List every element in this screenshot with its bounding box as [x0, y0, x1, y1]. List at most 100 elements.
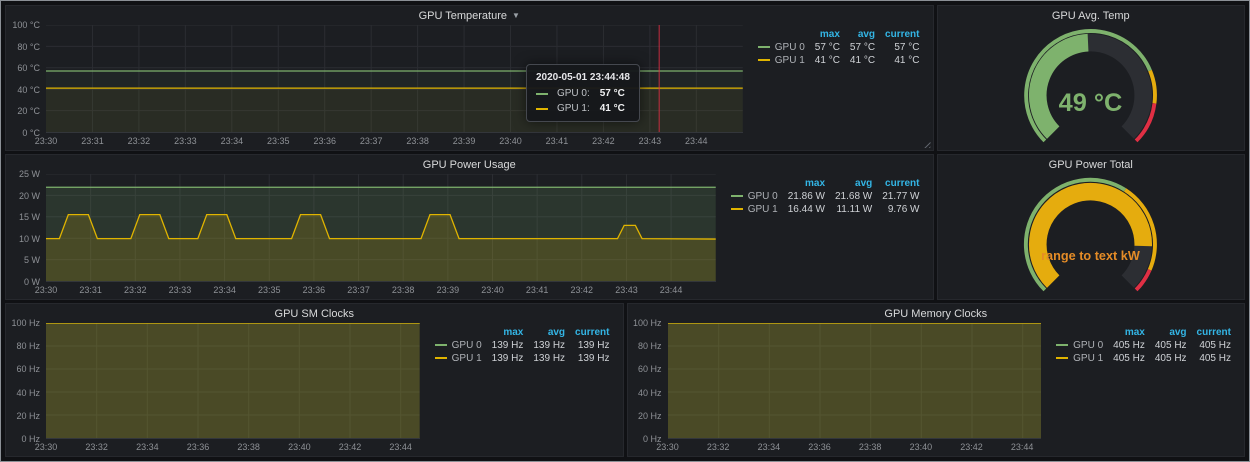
legend-row: GPU 116.44 W11.11 W9.76 W — [726, 203, 925, 216]
legend-stat-current: 405 Hz — [1192, 352, 1236, 365]
x-tick-label: 23:32 — [124, 285, 147, 295]
legend-table: maxavgcurrentGPU 0405 Hz405 Hz405 HzGPU … — [1051, 326, 1236, 365]
tooltip-series-value: 57 °C — [600, 86, 625, 101]
series-swatch — [758, 59, 770, 61]
legend-stat-avg: 57 °C — [845, 41, 880, 54]
x-tick-label: 23:32 — [707, 442, 730, 452]
y-axis-labels: 0 Hz20 Hz40 Hz60 Hz80 Hz100 Hz — [8, 323, 46, 439]
x-tick-label: 23:34 — [136, 442, 159, 452]
panel-title-gpu-power-usage[interactable]: GPU Power Usage — [6, 155, 933, 174]
legend-header-max[interactable]: max — [810, 28, 845, 41]
gauge-value: range to text kW — [1041, 249, 1140, 263]
legend-header-avg[interactable]: avg — [845, 28, 880, 41]
gauge-gpu-power-total: range to text kW — [938, 174, 1245, 299]
x-axis-labels: 23:3023:3223:3423:3623:3823:4023:4223:44 — [46, 439, 420, 454]
legend-series-name[interactable]: GPU 1 — [726, 203, 783, 216]
legend-stat-current: 9.76 W — [877, 203, 924, 216]
panel-title-gpu-sm-clocks[interactable]: GPU SM Clocks — [6, 304, 623, 323]
legend-header-avg[interactable]: avg — [830, 177, 877, 190]
x-tick-label: 23:38 — [237, 442, 260, 452]
memory-clocks-plot[interactable] — [668, 323, 1042, 439]
gauge-svg: range to text kW — [944, 174, 1237, 299]
x-axis-labels: 23:3023:3223:3423:3623:3823:4023:4223:44 — [668, 439, 1042, 454]
panel-title-gpu-temperature[interactable]: GPU Temperature ▼ — [6, 6, 933, 25]
x-tick-label: 23:32 — [128, 136, 151, 146]
y-tick-label: 80 Hz — [638, 341, 662, 351]
x-tick-label: 23:33 — [174, 136, 197, 146]
legend-series-name[interactable]: GPU 0 — [726, 190, 783, 203]
legend-row: GPU 141 °C41 °C41 °C — [753, 54, 925, 67]
y-tick-label: 10 W — [19, 234, 40, 244]
chart-svg — [668, 323, 1042, 438]
legend-stat-current: 41 °C — [880, 54, 924, 67]
legend-series-name[interactable]: GPU 1 — [1051, 352, 1108, 365]
x-tick-label: 23:39 — [453, 136, 476, 146]
legend-table: maxavgcurrentGPU 057 °C57 °C57 °CGPU 141… — [753, 28, 925, 67]
legend-stat-max: 405 Hz — [1108, 352, 1150, 365]
legend-header-current[interactable]: current — [880, 28, 924, 41]
gauge-svg: 49 °C — [944, 25, 1237, 150]
panel-title-gpu-power-total[interactable]: GPU Power Total — [938, 155, 1245, 174]
x-tick-label: 23:40 — [288, 442, 311, 452]
legend-series-name[interactable]: GPU 0 — [753, 41, 810, 54]
x-tick-label: 23:42 — [339, 442, 362, 452]
panel-body: 0 °C20 °C40 °C60 °C80 °C100 °C 23:3023:3… — [6, 25, 933, 150]
legend-stat-avg: 41 °C — [845, 54, 880, 67]
legend-header-current[interactable]: current — [877, 177, 924, 190]
legend-stat-max: 139 Hz — [487, 352, 529, 365]
legend-header-avg[interactable]: avg — [1150, 326, 1192, 339]
legend-row: GPU 0405 Hz405 Hz405 Hz — [1051, 339, 1236, 352]
x-tick-label: 23:36 — [303, 285, 326, 295]
y-tick-label: 60 Hz — [638, 364, 662, 374]
legend-stat-max: 41 °C — [810, 54, 845, 67]
y-tick-label: 80 Hz — [16, 341, 40, 351]
x-tick-label: 23:30 — [656, 442, 679, 452]
series-swatch — [758, 46, 770, 48]
series-swatch — [1056, 344, 1068, 346]
legend-stat-avg: 21.68 W — [830, 190, 877, 203]
x-tick-label: 23:36 — [187, 442, 210, 452]
power-usage-plot[interactable] — [46, 174, 716, 282]
x-tick-label: 23:34 — [758, 442, 781, 452]
sm-clocks-plot[interactable] — [46, 323, 420, 439]
legend-header-spacer — [1051, 326, 1108, 339]
panel-title-text: GPU Avg. Temp — [1052, 10, 1130, 22]
panel-title-gpu-memory-clocks[interactable]: GPU Memory Clocks — [628, 304, 1245, 323]
dashboard-row-2: GPU Power Usage 0 W5 W10 W15 W20 W25 W 2… — [5, 154, 1245, 300]
y-tick-label: 100 °C — [12, 20, 40, 30]
legend-series-name[interactable]: GPU 0 — [430, 339, 487, 352]
legend: maxavgcurrentGPU 057 °C57 °C57 °CGPU 141… — [743, 25, 925, 148]
legend-series-name[interactable]: GPU 0 — [1051, 339, 1108, 352]
x-tick-label: 23:30 — [35, 285, 58, 295]
gauge-gpu-avg-temp: 49 °C — [938, 25, 1245, 150]
legend-header-current[interactable]: current — [570, 326, 614, 339]
y-tick-label: 40 Hz — [638, 388, 662, 398]
x-tick-label: 23:40 — [499, 136, 522, 146]
x-tick-label: 23:36 — [313, 136, 336, 146]
x-tick-label: 23:34 — [213, 285, 236, 295]
y-tick-label: 80 °C — [17, 42, 40, 52]
legend-stat-max: 57 °C — [810, 41, 845, 54]
y-axis-labels: 0 W5 W10 W15 W20 W25 W — [8, 174, 46, 282]
panel-title-gpu-avg-temp[interactable]: GPU Avg. Temp — [938, 6, 1245, 25]
legend-header-spacer — [753, 28, 810, 41]
legend-series-name[interactable]: GPU 1 — [753, 54, 810, 67]
legend-header-max[interactable]: max — [1108, 326, 1150, 339]
legend-row: GPU 1405 Hz405 Hz405 Hz — [1051, 352, 1236, 365]
y-tick-label: 100 Hz — [633, 318, 662, 328]
panel-title-text: GPU Power Total — [1049, 159, 1133, 171]
legend-header-avg[interactable]: avg — [528, 326, 570, 339]
panel-gpu-sm-clocks: GPU SM Clocks 0 Hz20 Hz40 Hz60 Hz80 Hz10… — [5, 303, 624, 457]
legend-series-name[interactable]: GPU 1 — [430, 352, 487, 365]
legend-stat-current: 139 Hz — [570, 339, 614, 352]
tooltip-timestamp: 2020-05-01 23:44:48 — [536, 70, 630, 85]
x-tick-label: 23:33 — [169, 285, 192, 295]
legend-header-max[interactable]: max — [487, 326, 529, 339]
legend-header-current[interactable]: current — [1192, 326, 1236, 339]
panel-body: 0 Hz20 Hz40 Hz60 Hz80 Hz100 Hz 23:3023:3… — [628, 323, 1245, 456]
legend-row: GPU 021.86 W21.68 W21.77 W — [726, 190, 925, 203]
legend-header-max[interactable]: max — [783, 177, 830, 190]
panel-gpu-memory-clocks: GPU Memory Clocks 0 Hz20 Hz40 Hz60 Hz80 … — [627, 303, 1246, 457]
legend-table: maxavgcurrentGPU 021.86 W21.68 W21.77 WG… — [726, 177, 925, 216]
legend-row: GPU 0139 Hz139 Hz139 Hz — [430, 339, 615, 352]
